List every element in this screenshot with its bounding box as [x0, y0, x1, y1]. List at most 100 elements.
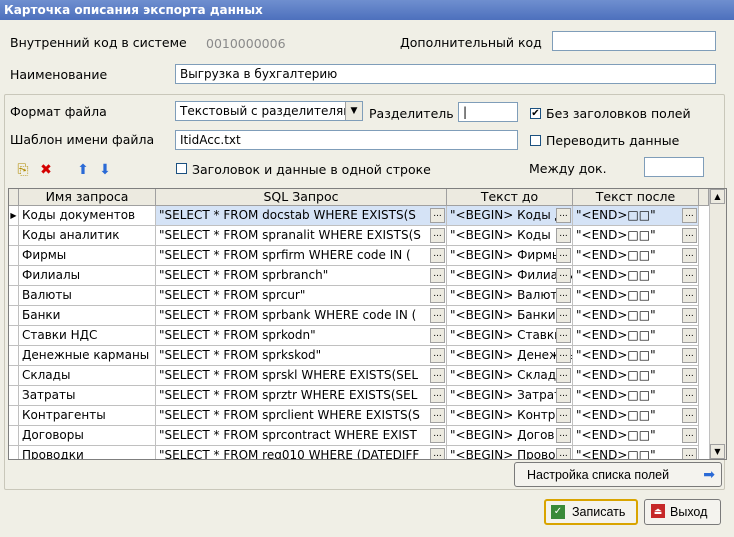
cell-before[interactable]: "<BEGIN> Прово	[447, 446, 573, 459]
cell-after[interactable]: "<END>□□"	[573, 446, 699, 459]
separator-input[interactable]: |	[458, 102, 518, 122]
column-header-after[interactable]: Текст после	[573, 189, 699, 206]
cell-before[interactable]: "<BEGIN> Догов	[447, 426, 573, 446]
cell-before[interactable]: "<BEGIN> Валюты	[447, 286, 573, 306]
column-header-sql[interactable]: SQL Запрос	[156, 189, 447, 206]
template-input[interactable]: ItidAcc.txt	[175, 130, 518, 150]
table-row[interactable]: Договоры "SELECT * FROM sprcontract WHERE…	[9, 426, 709, 446]
cell-before[interactable]: "<BEGIN> Склады	[447, 366, 573, 386]
exit-button[interactable]: ⏏ Выход	[644, 499, 721, 525]
sql-ellipsis-button[interactable]: ...	[430, 308, 445, 323]
after-ellipsis-button[interactable]: ...	[682, 368, 697, 383]
cell-sql[interactable]: "SELECT * FROM sprkodn"	[156, 326, 447, 346]
after-ellipsis-button[interactable]: ...	[682, 328, 697, 343]
table-row[interactable]: Затраты "SELECT * FROM sprztr WHERE EXIST…	[9, 386, 709, 406]
sql-ellipsis-button[interactable]: ...	[430, 368, 445, 383]
cell-after[interactable]: "<END>□□"	[573, 346, 699, 366]
translate-checkbox[interactable]	[530, 135, 541, 146]
sql-ellipsis-button[interactable]: ...	[430, 388, 445, 403]
before-ellipsis-button[interactable]: ...	[556, 368, 571, 383]
after-ellipsis-button[interactable]: ...	[682, 288, 697, 303]
table-row[interactable]: Валюты "SELECT * FROM sprcur"... "<BEGIN> …	[9, 286, 709, 306]
before-ellipsis-button[interactable]: ...	[556, 428, 571, 443]
cell-before[interactable]: "<BEGIN> Филиалы	[447, 266, 573, 286]
cell-after[interactable]: "<END>□□"	[573, 386, 699, 406]
cell-name[interactable]: Валюты	[19, 286, 156, 306]
before-ellipsis-button[interactable]: ...	[556, 288, 571, 303]
cell-after[interactable]: "<END>□□"	[573, 246, 699, 266]
before-ellipsis-button[interactable]: ...	[556, 268, 571, 283]
cell-name[interactable]: Склады	[19, 366, 156, 386]
before-ellipsis-button[interactable]: ...	[556, 408, 571, 423]
cell-after[interactable]: "<END>□□"	[573, 226, 699, 246]
cell-sql[interactable]: "SELECT * FROM sprfirm WHERE code IN (	[156, 246, 447, 266]
cell-name[interactable]: Коды документов	[19, 206, 156, 226]
sql-ellipsis-button[interactable]: ...	[430, 248, 445, 263]
sql-ellipsis-button[interactable]: ...	[430, 328, 445, 343]
same-line-checkbox[interactable]	[176, 163, 187, 174]
cell-before[interactable]: "<BEGIN> Контр	[447, 406, 573, 426]
cell-name[interactable]: Ставки НДС	[19, 326, 156, 346]
cell-sql[interactable]: "SELECT * FROM sprskl WHERE EXISTS(SEL	[156, 366, 447, 386]
sql-ellipsis-button[interactable]: ...	[430, 208, 445, 223]
cell-before[interactable]: "<BEGIN> Коды д	[447, 206, 573, 226]
cell-name[interactable]: Договоры	[19, 426, 156, 446]
cell-sql[interactable]: "SELECT * FROM sprclient WHERE EXISTS(S	[156, 406, 447, 426]
table-row[interactable]: ▶ Коды документов "SELECT * FROM docstab W…	[9, 206, 709, 226]
cell-before[interactable]: "<BEGIN> Фирмы	[447, 246, 573, 266]
cell-sql[interactable]: "SELECT * FROM sprkskod"	[156, 346, 447, 366]
sql-ellipsis-button[interactable]: ...	[430, 348, 445, 363]
delete-row-icon[interactable]: ✖	[37, 161, 55, 179]
before-ellipsis-button[interactable]: ...	[556, 248, 571, 263]
cell-after[interactable]: "<END>□□"	[573, 326, 699, 346]
sql-ellipsis-button[interactable]: ...	[430, 448, 445, 459]
cell-sql[interactable]: "SELECT * FROM sprcontract WHERE EXIST	[156, 426, 447, 446]
table-row[interactable]: Ставки НДС "SELECT * FROM sprkodn"... "<BE…	[9, 326, 709, 346]
cell-after[interactable]: "<END>□□"	[573, 206, 699, 226]
scroll-up-arrow[interactable]: ▲	[710, 189, 725, 204]
table-row[interactable]: Филиалы "SELECT * FROM sprbranch"... "<BEG…	[9, 266, 709, 286]
sql-ellipsis-button[interactable]: ...	[430, 228, 445, 243]
move-up-icon[interactable]: ⬆	[74, 161, 92, 179]
additional-code-input[interactable]	[552, 31, 716, 51]
cell-after[interactable]: "<END>□□"	[573, 406, 699, 426]
table-row[interactable]: Коды аналитик "SELECT * FROM spranalit WH…	[9, 226, 709, 246]
cell-before[interactable]: "<BEGIN> Денежные	[447, 346, 573, 366]
before-ellipsis-button[interactable]: ...	[556, 388, 571, 403]
cell-name[interactable]: Банки	[19, 306, 156, 326]
cell-sql[interactable]: "SELECT * FROM sprbranch"	[156, 266, 447, 286]
cell-sql[interactable]: "SELECT * FROM sprbank WHERE code IN (	[156, 306, 447, 326]
cell-after[interactable]: "<END>□□"	[573, 266, 699, 286]
cell-sql[interactable]: "SELECT * FROM sprztr WHERE EXISTS(SEL	[156, 386, 447, 406]
scroll-down-arrow[interactable]: ▼	[710, 444, 725, 459]
before-ellipsis-button[interactable]: ...	[556, 348, 571, 363]
column-header-before[interactable]: Текст до	[447, 189, 573, 206]
before-ellipsis-button[interactable]: ...	[556, 228, 571, 243]
before-ellipsis-button[interactable]: ...	[556, 448, 571, 459]
cell-name[interactable]: Денежные карманы	[19, 346, 156, 366]
sql-ellipsis-button[interactable]: ...	[430, 408, 445, 423]
cell-name[interactable]: Коды аналитик	[19, 226, 156, 246]
cell-after[interactable]: "<END>□□"	[573, 366, 699, 386]
after-ellipsis-button[interactable]: ...	[682, 228, 697, 243]
save-button[interactable]: ✓ Записать	[544, 499, 638, 525]
after-ellipsis-button[interactable]: ...	[682, 388, 697, 403]
after-ellipsis-button[interactable]: ...	[682, 248, 697, 263]
before-ellipsis-button[interactable]: ...	[556, 308, 571, 323]
move-down-icon[interactable]: ⬇	[96, 161, 114, 179]
sql-ellipsis-button[interactable]: ...	[430, 288, 445, 303]
column-header-name[interactable]: Имя запроса	[19, 189, 156, 206]
file-format-select[interactable]: Текстовый с разделителям ▼	[175, 101, 363, 121]
table-row[interactable]: Банки "SELECT * FROM sprbank WHERE code I…	[9, 306, 709, 326]
cell-sql[interactable]: "SELECT * FROM sprcur"	[156, 286, 447, 306]
cell-name[interactable]: Затраты	[19, 386, 156, 406]
name-input[interactable]: Выгрузка в бухгалтерию	[175, 64, 716, 84]
cell-name[interactable]: Фирмы	[19, 246, 156, 266]
cell-before[interactable]: "<BEGIN> Ставки	[447, 326, 573, 346]
after-ellipsis-button[interactable]: ...	[682, 208, 697, 223]
sql-ellipsis-button[interactable]: ...	[430, 428, 445, 443]
cell-before[interactable]: "<BEGIN> Банки	[447, 306, 573, 326]
cell-after[interactable]: "<END>□□"	[573, 286, 699, 306]
before-ellipsis-button[interactable]: ...	[556, 328, 571, 343]
cell-name[interactable]: Проводки	[19, 446, 156, 459]
